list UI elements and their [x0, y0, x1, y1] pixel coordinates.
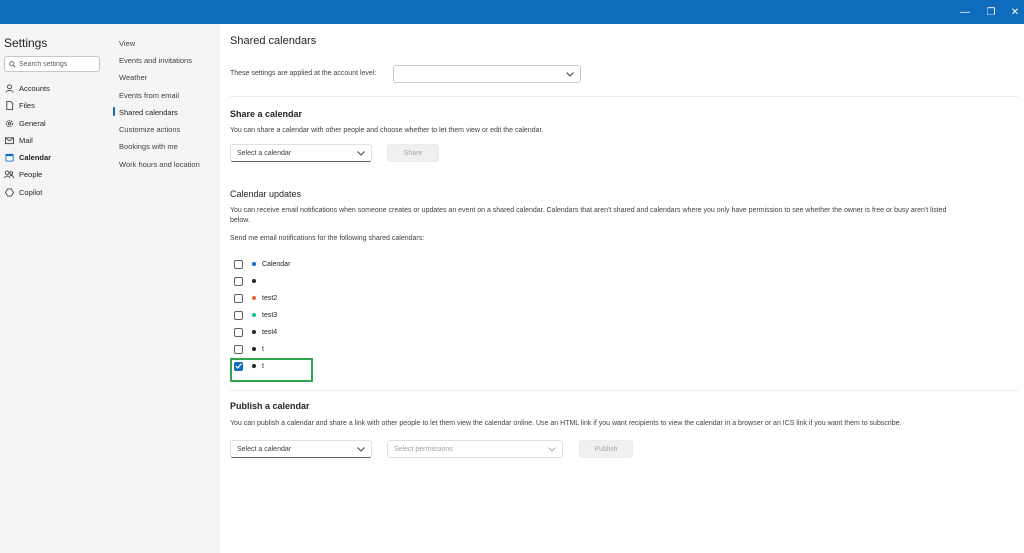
calendar-option-row[interactable]: test3 [234, 309, 277, 321]
share-calendar-select[interactable]: Select a calendar [230, 144, 372, 162]
nav-item-general[interactable]: General [4, 116, 46, 130]
updates-section-title: Calendar updates [230, 189, 302, 199]
publish-section-title: Publish a calendar [230, 401, 310, 411]
nav-item-label: General [19, 118, 46, 128]
calendar-name: test4 [262, 328, 278, 336]
calendar-name: test2 [262, 294, 278, 302]
calendar-color-dot [252, 296, 256, 300]
publish-description: You can publish a calendar and share a l… [230, 420, 902, 427]
nav-item-files[interactable]: Files [4, 98, 35, 112]
subnav-item-events-invitations[interactable]: Events and invitations [119, 54, 192, 66]
settings-title: Settings [4, 36, 48, 50]
person-icon [4, 83, 14, 93]
calendar-name: t [262, 345, 264, 353]
gear-icon [4, 118, 14, 128]
subnav-item-work-hours[interactable]: Work hours and location [119, 158, 200, 170]
subnav-item-events-from-email[interactable]: Events from email [119, 89, 179, 101]
nav-item-label: Accounts [19, 83, 50, 93]
share-calendar-select-value: Select a calendar [237, 149, 292, 157]
calendar-color-dot [252, 330, 256, 334]
updates-description-line2: below. [230, 217, 250, 224]
calendar-icon [4, 152, 14, 162]
nav-item-people[interactable]: People [4, 167, 42, 181]
calendar-name: Calendar [262, 260, 291, 268]
publish-permissions-select-value: Select permissions [394, 445, 453, 453]
calendar-settings-nav: View Events and invitations Weather Even… [108, 24, 220, 553]
calendar-option-row[interactable] [234, 275, 262, 287]
subnav-item-customize-actions[interactable]: Customize actions [119, 123, 180, 135]
active-indicator [113, 107, 115, 116]
publish-calendar-select[interactable]: Select a calendar [230, 440, 372, 458]
calendar-checkbox[interactable] [234, 344, 243, 354]
divider [230, 96, 1018, 97]
nav-item-accounts[interactable]: Accounts [4, 81, 50, 95]
calendar-color-dot [252, 279, 256, 283]
nav-item-label: People [19, 169, 43, 179]
calendar-checkbox[interactable] [234, 276, 243, 286]
calendar-option-row[interactable]: t [234, 343, 264, 355]
search-input[interactable] [19, 60, 97, 68]
share-description: You can share a calendar with other peop… [230, 127, 544, 134]
calendar-option-row[interactable]: Calendar [234, 258, 290, 270]
search-box[interactable] [4, 56, 100, 72]
nav-item-label: Calendar [19, 152, 52, 162]
nav-item-label: Files [19, 100, 35, 110]
main-panel: Shared calendars These settings are appl… [220, 24, 1024, 553]
chevron-down-icon [548, 446, 556, 452]
chevron-down-icon [357, 150, 365, 156]
calendar-name: test3 [262, 311, 278, 319]
account-level-label: These settings are applied at the accoun… [230, 70, 377, 77]
minimize-button[interactable]: — [952, 0, 978, 24]
updates-prompt: Send me email notifications for the foll… [230, 235, 425, 242]
page-title: Shared calendars [230, 35, 317, 47]
mail-icon [4, 135, 14, 145]
publish-button[interactable]: Publish [579, 440, 633, 458]
calendar-checkbox[interactable] [234, 327, 243, 337]
chevron-down-icon [566, 71, 574, 77]
title-bar: — ❐ ✕ [0, 0, 1024, 24]
calendar-checkbox[interactable] [234, 259, 243, 269]
calendar-option-row[interactable]: test4 [234, 326, 277, 338]
share-button[interactable]: Share [387, 144, 439, 162]
calendar-checkbox[interactable] [234, 310, 243, 320]
calendar-color-dot [252, 262, 256, 266]
selection-highlight [230, 358, 313, 382]
calendar-option-row[interactable]: test2 [234, 292, 277, 304]
file-icon [4, 100, 14, 110]
subnav-item-view[interactable]: View [119, 37, 135, 49]
nav-item-label: Copilot [19, 187, 43, 197]
subnav-item-shared-calendars[interactable]: Shared calendars [119, 106, 178, 118]
nav-item-calendar[interactable]: Calendar [4, 150, 51, 164]
updates-description-line1: You can receive email notifications when… [230, 207, 947, 214]
copilot-icon [4, 187, 14, 197]
share-section-title: Share a calendar [230, 109, 303, 119]
publish-calendar-select-value: Select a calendar [237, 445, 292, 453]
nav-item-copilot[interactable]: Copilot [4, 185, 42, 199]
search-icon [9, 60, 16, 68]
chevron-down-icon [357, 446, 365, 452]
calendar-checkbox[interactable] [234, 293, 243, 303]
calendar-color-dot [252, 347, 256, 351]
publish-permissions-select[interactable]: Select permissions [387, 440, 563, 458]
people-icon [4, 169, 14, 179]
restore-button[interactable]: ❐ [978, 0, 1004, 24]
subnav-item-bookings[interactable]: Bookings with me [119, 140, 178, 152]
subnav-item-weather[interactable]: Weather [119, 71, 147, 83]
calendar-color-dot [252, 313, 256, 317]
nav-item-label: Mail [19, 135, 33, 145]
account-select[interactable] [393, 65, 581, 83]
divider [230, 390, 1018, 391]
nav-item-mail[interactable]: Mail [4, 133, 33, 147]
close-button[interactable]: ✕ [1002, 0, 1024, 24]
